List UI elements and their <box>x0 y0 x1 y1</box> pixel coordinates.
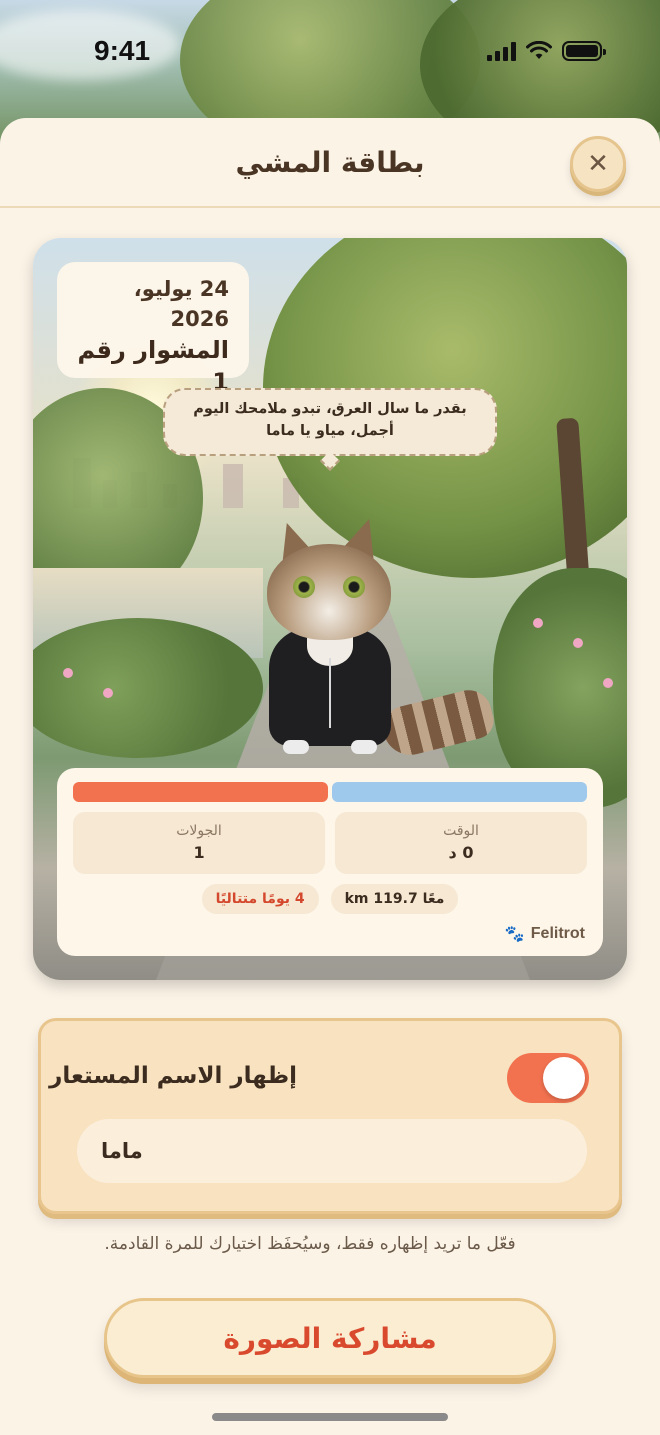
battery-icon <box>562 41 606 61</box>
distance-chip: معًا 119.7 km <box>330 884 459 914</box>
show-nickname-toggle[interactable] <box>507 1053 589 1103</box>
toggle-knob <box>543 1057 585 1099</box>
nickname-input[interactable] <box>77 1119 587 1183</box>
sheet-header: بطاقة المشي ✕ <box>0 118 660 208</box>
progress-segment-blue <box>332 782 587 802</box>
show-nickname-label: إظهار الاسم المستعار <box>49 1063 297 1089</box>
progress-bar <box>73 782 587 802</box>
stats-panel: الجولات 1 الوقت 0 د 4 يومًا متتاليًا معً… <box>57 768 603 956</box>
status-bar: 9:41 <box>0 0 660 110</box>
nickname-settings-card: إظهار الاسم المستعار <box>38 1018 622 1214</box>
close-icon: ✕ <box>587 149 609 179</box>
speech-bubble: بقدر ما سال العرق، تبدو ملامحك اليوم أجم… <box>163 388 497 456</box>
stat-tile-time: الوقت 0 د <box>335 812 587 874</box>
cat-mascot <box>263 513 498 768</box>
stat-label: الجولات <box>176 823 222 839</box>
walk-info-box: 24 يوليو، 2026 المشوار رقم 1 ماما <box>57 262 249 421</box>
home-indicator <box>212 1413 448 1421</box>
share-image-button[interactable]: مشاركة الصورة <box>104 1298 556 1378</box>
sheet-title: بطاقة المشي <box>235 145 425 179</box>
close-button[interactable]: ✕ <box>570 136 626 192</box>
progress-segment-orange <box>73 782 328 802</box>
brand-logo: 🐾 Felitrot <box>505 924 585 944</box>
hint-text: فعّل ما تريد إظهاره فقط، وسيُحفَظ اختيار… <box>104 1234 516 1254</box>
status-icons <box>487 41 606 61</box>
walk-date: 24 يوليو، 2026 <box>133 277 229 331</box>
paw-icon: 🐾 <box>504 926 525 943</box>
stat-value: 0 د <box>448 843 474 862</box>
walk-card-image: 24 يوليو، 2026 المشوار رقم 1 ماما بقدر م… <box>33 238 627 980</box>
status-time: 9:41 <box>94 35 151 66</box>
stat-label: الوقت <box>443 823 479 839</box>
walk-card-sheet: بطاقة المشي ✕ 24 يوليو، 2026 المشوار رقم… <box>0 118 660 1435</box>
stat-value: 1 <box>193 843 205 862</box>
streak-chip: 4 يومًا متتاليًا <box>201 884 319 914</box>
stat-tile-rounds: الجولات 1 <box>73 812 325 874</box>
wifi-icon <box>526 41 552 59</box>
cellular-signal-icon <box>487 41 516 61</box>
brand-name: Felitrot <box>530 925 585 942</box>
